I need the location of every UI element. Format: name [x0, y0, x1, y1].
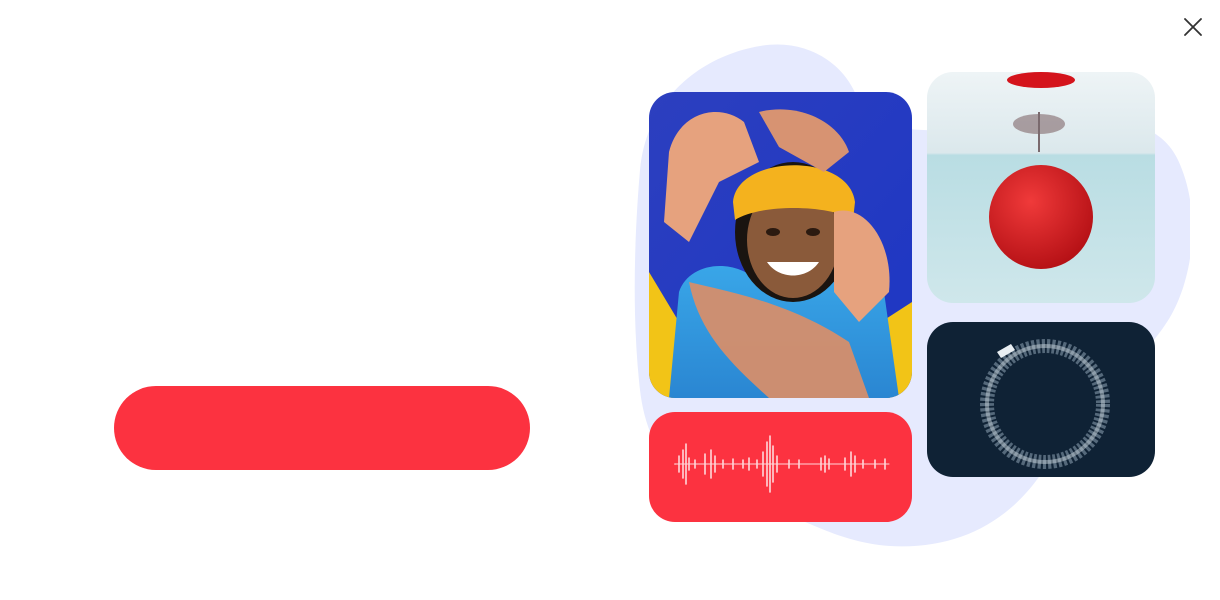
close-button[interactable]: [1180, 14, 1206, 40]
woman-photo: [649, 92, 912, 398]
waveform-icon: [674, 435, 890, 493]
primary-cta-button[interactable]: [114, 386, 530, 470]
audio-waveform-tile: [649, 412, 912, 522]
red-ball-photo-tile: [927, 72, 1155, 303]
close-icon: [1184, 18, 1202, 36]
media-upsell-dialog: [0, 0, 1220, 600]
boat-wake-photo: [927, 322, 1155, 477]
red-ball-photo: [927, 72, 1155, 303]
boat-wake-photo-tile: [927, 322, 1155, 477]
woman-photo-tile: [649, 92, 912, 398]
